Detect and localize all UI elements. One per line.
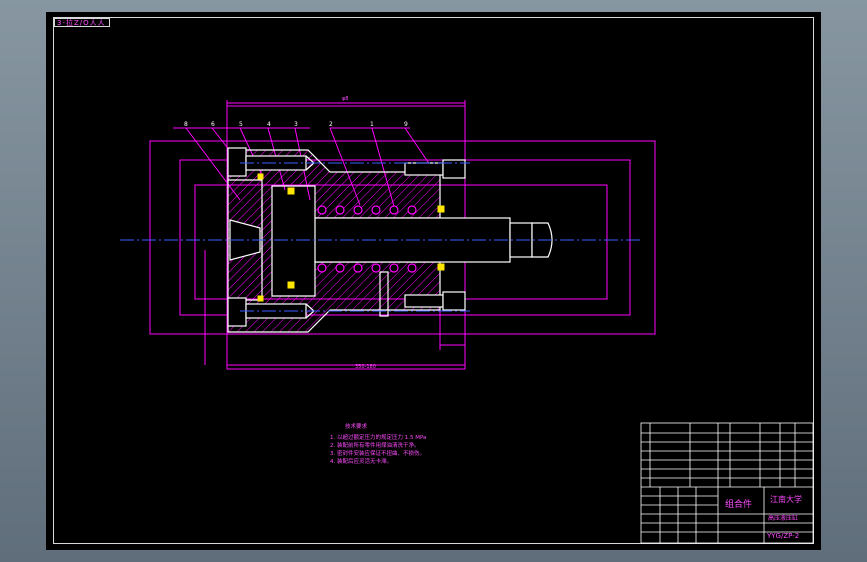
part-name: 高压液压缸	[768, 514, 798, 522]
top-dimension: φ8	[342, 96, 348, 102]
part-balloons: 8 6 5 4 3 2 1 9	[184, 121, 408, 128]
tech-req-line-3: 3. 密封件安装应保证不扭曲、不损伤。	[330, 449, 425, 457]
balloon-3: 3	[294, 121, 298, 128]
cad-drawing: 8 6 5 4 3 2 1 9 φ8 350-180 技术要求 1. 以超过额定…	[120, 96, 814, 544]
tech-req-line-1: 1. 以超过额定压力的规定压力 1.5 MPa	[330, 433, 426, 441]
balloon-4: 4	[267, 121, 271, 128]
title-block	[640, 422, 814, 544]
drawing-number: YYG/ZP-2	[766, 532, 799, 540]
balloon-2: 2	[329, 121, 333, 128]
balloon-5: 5	[239, 121, 243, 128]
technical-requirements: 技术要求 1. 以超过额定压力的规定压力 1.5 MPa 2. 装配前所有零件用…	[330, 422, 426, 465]
tech-req-line-4: 4. 装配后应灵活无卡滞。	[330, 457, 392, 465]
balloon-8: 8	[184, 121, 188, 128]
bottom-dimension: 350-180	[355, 364, 376, 370]
tech-req-line-2: 2. 装配前所有零件用煤油清洗干净。	[330, 441, 420, 449]
school-name: 江南大学	[770, 494, 802, 504]
balloon-1: 1	[370, 121, 374, 128]
title-block-text: 组合件 江南大学 高压液压缸 YYG/ZP-2	[725, 494, 802, 540]
assembly-label: 组合件	[725, 498, 752, 510]
balloon-9: 9	[404, 121, 408, 128]
tech-req-title: 技术要求	[345, 422, 368, 430]
balloon-6: 6	[211, 121, 215, 128]
